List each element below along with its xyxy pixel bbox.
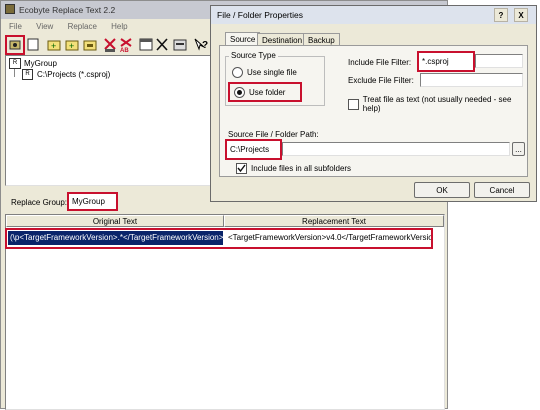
original-text-value: (\p<TargetFrameworkVersion>.*</TargetFra… xyxy=(10,233,223,242)
exclude-filter-label: Exclude File Filter: xyxy=(348,76,414,85)
replace-group-field[interactable]: MyGroup xyxy=(67,192,118,211)
include-filter-value: *.csproj xyxy=(422,57,449,66)
folder-radio[interactable] xyxy=(234,86,245,98)
tree-node-folder[interactable]: R C:\Projects (*.csproj) xyxy=(22,69,110,80)
delete-button[interactable] xyxy=(156,38,168,52)
svg-text:+: + xyxy=(51,41,56,51)
path-field-extension xyxy=(282,142,510,156)
tree-group-label: MyGroup xyxy=(24,59,57,68)
include-filter-extension xyxy=(475,54,523,68)
properties-button[interactable] xyxy=(5,35,25,55)
tree-connector xyxy=(14,69,15,77)
tab-destination-label: Destination xyxy=(262,36,303,45)
browse-button[interactable]: ... xyxy=(512,142,525,156)
tree-node-group[interactable]: R MyGroup xyxy=(9,58,57,69)
use-folder-option[interactable]: Use folder xyxy=(228,82,302,102)
app-title: Ecobyte Replace Text 2.2 xyxy=(19,5,116,15)
tab-backup-label: Backup xyxy=(308,36,335,45)
add-group-button[interactable]: + xyxy=(47,38,61,52)
dialog-help-button[interactable]: ? xyxy=(494,8,508,22)
cancel-button[interactable]: Cancel xyxy=(474,182,530,198)
folder2-icon xyxy=(83,40,97,51)
svg-text:AB: AB xyxy=(120,48,129,53)
menu-help[interactable]: Help xyxy=(111,22,127,31)
path-value: C:\Projects xyxy=(230,145,270,154)
new-icon xyxy=(27,38,39,51)
replacement-text-value: <TargetFrameworkVersion>v4.0</TargetFram… xyxy=(228,233,431,242)
dialog-close-button[interactable]: X xyxy=(514,8,528,22)
treat-as-text-option[interactable]: Treat file as text (not usually needed -… xyxy=(348,95,527,113)
question-icon: ? xyxy=(498,10,504,20)
file-icon: R xyxy=(22,69,33,80)
svg-text:+: + xyxy=(69,41,74,51)
tab-panel: Source Type Use single file Use folder I… xyxy=(219,45,528,177)
replace-ab-icon: AB xyxy=(120,38,132,54)
tab-source-label: Source xyxy=(230,35,256,44)
column-header-original-label: Original Text xyxy=(92,217,138,226)
replace-group-value: MyGroup xyxy=(72,197,105,206)
exclude-filter-field[interactable] xyxy=(420,73,523,87)
add-folder-button[interactable]: + xyxy=(65,38,79,52)
treat-as-text-label: Treat file as text (not usually needed -… xyxy=(362,95,512,113)
include-subfolders-checkbox[interactable] xyxy=(236,163,247,174)
delete-icon xyxy=(156,38,168,51)
replacement-text-cell[interactable]: <TargetFrameworkVersion>v4.0</TargetFram… xyxy=(226,231,431,245)
browse-label: ... xyxy=(515,144,522,154)
use-single-file-option[interactable]: Use single file xyxy=(232,67,297,78)
add-file-button[interactable] xyxy=(83,38,97,52)
path-label: Source File / Folder Path: xyxy=(228,130,319,139)
source-type-label: Source Type xyxy=(229,51,278,60)
toolbar: + + AB ? xyxy=(3,35,223,55)
replace-button[interactable] xyxy=(103,37,117,53)
check-icon xyxy=(237,164,246,173)
replace-ab-button[interactable]: AB xyxy=(119,37,133,54)
use-single-file-label: Use single file xyxy=(247,68,297,77)
include-filter-label: Include File Filter: xyxy=(348,58,412,67)
close-icon: X xyxy=(518,10,524,20)
add-icon: + xyxy=(47,40,61,51)
ok-label: OK xyxy=(436,185,448,195)
menu-replace[interactable]: Replace xyxy=(68,22,97,31)
column-header-original[interactable]: Original Text xyxy=(6,215,224,227)
window-icon xyxy=(139,38,153,51)
tree-folder-label: C:\Projects (*.csproj) xyxy=(37,70,111,79)
help-icon: ? xyxy=(194,38,208,51)
column-header-replacement-label: Replacement Text xyxy=(302,217,366,226)
properties-dialog: File / Folder Properties ? X Source Dest… xyxy=(210,5,537,202)
properties-icon xyxy=(9,40,21,50)
window-button[interactable] xyxy=(139,38,153,52)
cancel-label: Cancel xyxy=(489,185,515,195)
tab-source[interactable]: Source xyxy=(225,32,261,46)
include-subfolders-label: Include files in all subfolders xyxy=(251,164,352,173)
app-icon xyxy=(5,4,15,14)
properties2-button[interactable] xyxy=(173,38,187,52)
include-subfolders-option[interactable]: Include files in all subfolders xyxy=(236,163,351,174)
dialog-title: File / Folder Properties xyxy=(217,10,303,20)
treat-as-text-checkbox[interactable] xyxy=(348,98,359,110)
replace-icon xyxy=(104,38,116,52)
menu-view[interactable]: View xyxy=(36,22,53,31)
replace-group-label: Replace Group: xyxy=(11,198,68,207)
svg-text:?: ? xyxy=(202,40,208,51)
single-file-radio[interactable] xyxy=(232,67,243,78)
include-filter-field[interactable]: *.csproj xyxy=(417,51,475,72)
dialog-title-bar: File / Folder Properties ? X xyxy=(211,6,536,24)
help-button[interactable]: ? xyxy=(193,37,209,53)
use-folder-label: Use folder xyxy=(249,87,286,97)
folder-icon: + xyxy=(65,40,79,51)
path-field[interactable]: C:\Projects xyxy=(225,139,282,160)
props2-icon xyxy=(173,39,187,51)
menu-file[interactable]: File xyxy=(9,22,22,31)
menu-bar: File View Replace Help xyxy=(9,22,209,34)
ok-button[interactable]: OK xyxy=(414,182,470,198)
source-type-group: Source Type Use single file Use folder xyxy=(225,51,325,106)
group-icon: R xyxy=(9,58,21,69)
original-text-cell[interactable]: (\p<TargetFrameworkVersion>.*</TargetFra… xyxy=(8,231,223,245)
column-header-replacement[interactable]: Replacement Text xyxy=(224,215,444,227)
new-button[interactable] xyxy=(27,38,41,52)
